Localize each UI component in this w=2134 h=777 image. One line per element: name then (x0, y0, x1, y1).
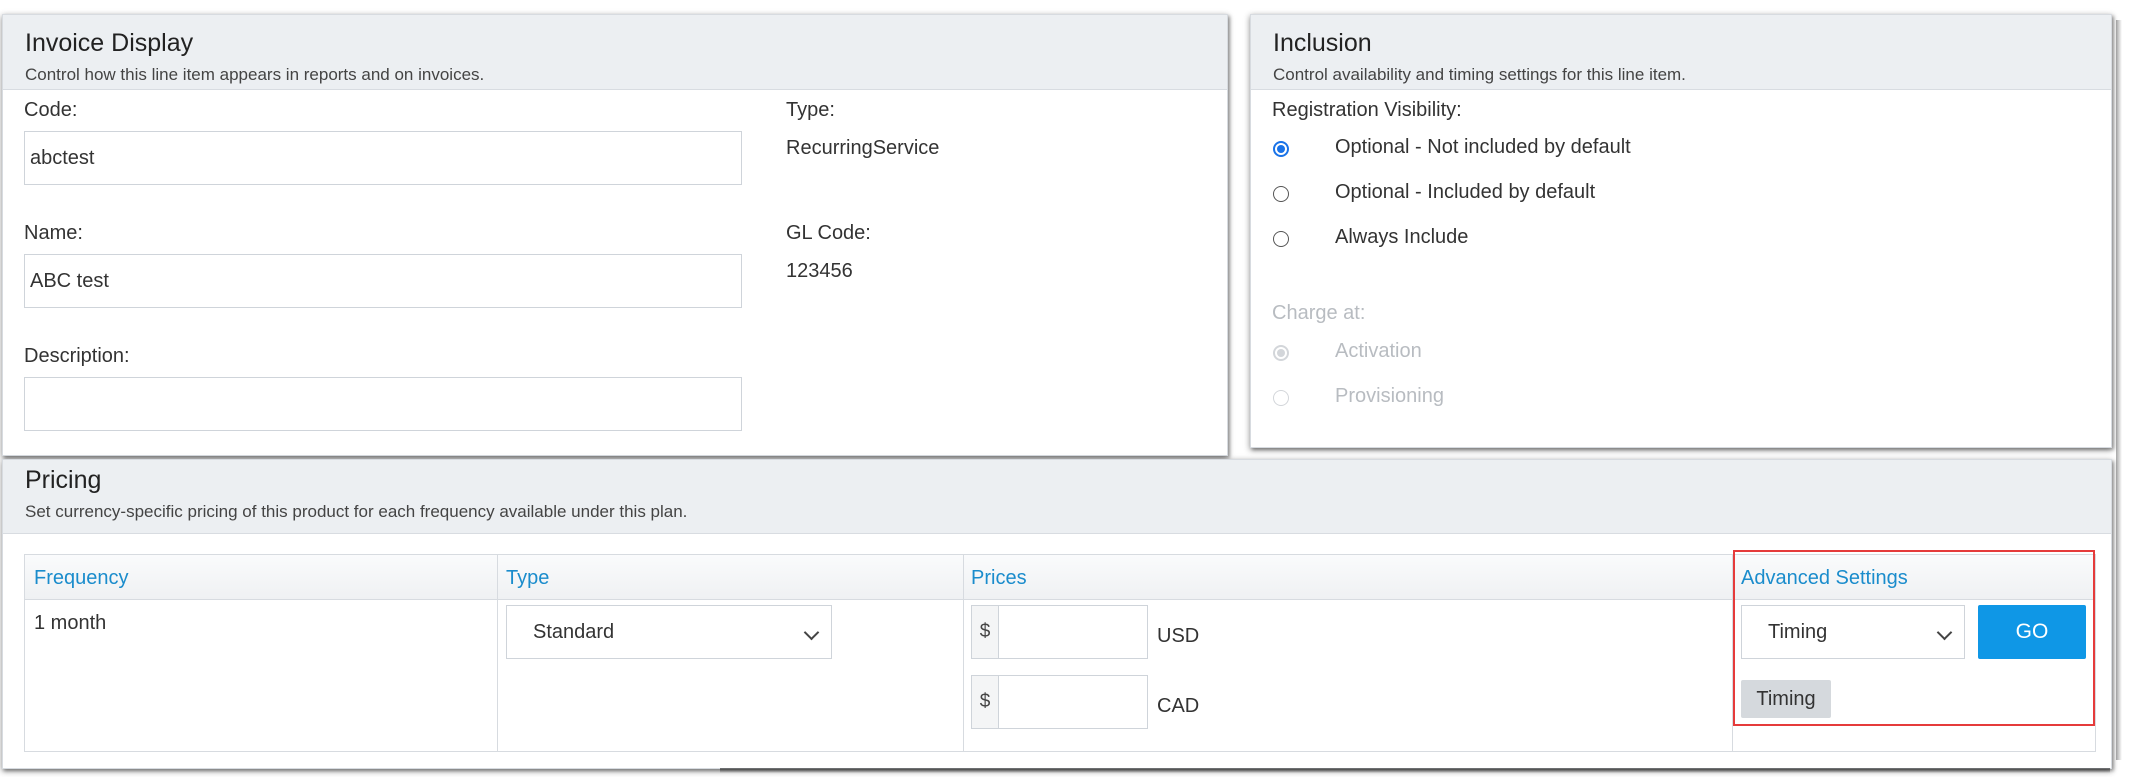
advanced-settings-highlight (1733, 550, 2095, 726)
charge-at-label: Charge at: (1272, 302, 1366, 324)
code-input[interactable]: abctest (24, 131, 742, 185)
visibility-radio-included[interactable] (1273, 186, 1289, 202)
type-value: RecurringService (786, 137, 940, 159)
invoice-display-title: Invoice Display (25, 29, 194, 57)
pricing-type-value: Standard (533, 621, 615, 643)
inclusion-subtitle: Control availability and timing settings… (1273, 65, 1686, 84)
currency-symbol: $ (971, 675, 999, 729)
chevron-down-icon (803, 624, 820, 641)
charge-radio-provisioning (1273, 390, 1289, 406)
invoice-display-header: Invoice Display Control how this line it… (3, 15, 1227, 90)
price-input-usd[interactable] (998, 605, 1148, 659)
charge-radio-activation (1273, 345, 1289, 361)
page-shadow (720, 768, 2110, 773)
description-label: Description: (24, 345, 130, 367)
currency-symbol: $ (971, 605, 999, 659)
visibility-radio-not-included[interactable] (1273, 141, 1289, 157)
name-label: Name: (24, 222, 83, 244)
gl-code-value: 123456 (786, 260, 853, 282)
gl-code-label: GL Code: (786, 222, 871, 244)
currency-code-cad: CAD (1157, 695, 1200, 717)
column-divider (497, 555, 498, 751)
frequency-cell: 1 month (34, 612, 107, 634)
visibility-option-label[interactable]: Always Include (1335, 226, 1468, 249)
pricing-header: Pricing Set currency-specific pricing of… (3, 460, 2111, 534)
invoice-display-subtitle: Control how this line item appears in re… (25, 65, 485, 84)
pricing-title: Pricing (25, 466, 102, 494)
code-label: Code: (24, 99, 78, 121)
pricing-subtitle: Set currency-specific pricing of this pr… (25, 502, 688, 521)
price-input-cad[interactable] (998, 675, 1148, 729)
inclusion-panel: Inclusion Control availability and timin… (1250, 14, 2112, 448)
visibility-option-label[interactable]: Optional - Not included by default (1335, 136, 1631, 159)
inclusion-title: Inclusion (1273, 29, 1372, 57)
registration-visibility-label: Registration Visibility: (1272, 99, 1462, 121)
currency-code-usd: USD (1157, 625, 1200, 647)
invoice-display-panel: Invoice Display Control how this line it… (2, 14, 1228, 456)
visibility-option-label[interactable]: Optional - Included by default (1335, 181, 1595, 204)
type-label: Type: (786, 99, 835, 121)
charge-option-label: Activation (1335, 340, 1422, 362)
column-divider (963, 555, 964, 751)
pricing-type-select[interactable]: Standard (506, 605, 832, 659)
inclusion-header: Inclusion Control availability and timin… (1251, 15, 2111, 90)
name-input[interactable]: ABC test (24, 254, 742, 308)
page-shadow (2116, 20, 2122, 760)
charge-option-label: Provisioning (1335, 385, 1444, 407)
visibility-radio-always[interactable] (1273, 231, 1289, 247)
column-header-frequency[interactable]: Frequency (34, 567, 129, 590)
column-header-type[interactable]: Type (506, 567, 549, 590)
description-input[interactable] (24, 377, 742, 431)
column-header-prices[interactable]: Prices (971, 567, 1027, 590)
